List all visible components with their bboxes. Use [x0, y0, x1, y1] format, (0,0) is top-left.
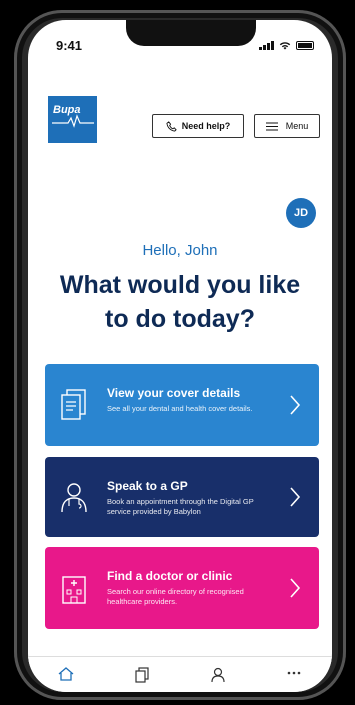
user-avatar[interactable]: JD — [286, 198, 316, 228]
document-icon — [61, 389, 86, 420]
card-title: Speak to a GP — [107, 479, 188, 493]
bupa-logo[interactable]: Bupa — [48, 96, 97, 143]
profile-icon — [211, 667, 225, 683]
device-notch — [126, 20, 256, 46]
chevron-right-icon — [290, 578, 301, 598]
find-doctor-clinic-card[interactable]: Find a doctor or clinic Search our onlin… — [45, 547, 319, 629]
tab-documents[interactable] — [104, 657, 180, 692]
hamburger-icon — [265, 122, 278, 130]
home-icon — [58, 667, 74, 681]
documents-icon — [135, 667, 149, 683]
tab-profile[interactable] — [180, 657, 256, 692]
page-title: What would you like to do today? — [59, 271, 301, 333]
app-screen: 9:41 Bupa Need help? Menu JD Hello, John… — [28, 20, 332, 692]
heartbeat-icon — [52, 114, 94, 128]
card-description: Book an appointment through the Digital … — [107, 497, 254, 516]
need-help-label: Need help? — [181, 121, 231, 131]
phone-icon — [166, 120, 177, 132]
wifi-icon — [279, 41, 291, 49]
tab-home[interactable] — [28, 657, 104, 692]
chevron-right-icon — [290, 487, 301, 507]
signal-icon — [259, 40, 274, 50]
menu-label: Menu — [285, 121, 309, 131]
card-description: Search our online directory of recognise… — [107, 587, 244, 606]
speak-to-gp-card[interactable]: Speak to a GP Book an appointment throug… — [45, 457, 319, 537]
bottom-tab-bar — [28, 656, 332, 692]
battery-icon — [296, 40, 314, 50]
greeting-text: Hello, John — [142, 242, 218, 259]
hospital-icon — [62, 576, 86, 604]
card-title: View your cover details — [107, 386, 241, 400]
view-cover-details-card[interactable]: View your cover details See all your den… — [45, 364, 319, 446]
card-title: Find a doctor or clinic — [107, 569, 233, 583]
tab-more[interactable] — [256, 657, 332, 692]
more-icon — [287, 671, 301, 675]
menu-button[interactable]: Menu — [254, 114, 320, 138]
chevron-right-icon — [290, 395, 301, 415]
need-help-button[interactable]: Need help? — [152, 114, 244, 138]
doctor-icon — [61, 483, 87, 513]
status-icons — [259, 40, 314, 50]
card-description: See all your dental and health cover det… — [107, 404, 253, 413]
status-time: 9:41 — [56, 38, 83, 53]
